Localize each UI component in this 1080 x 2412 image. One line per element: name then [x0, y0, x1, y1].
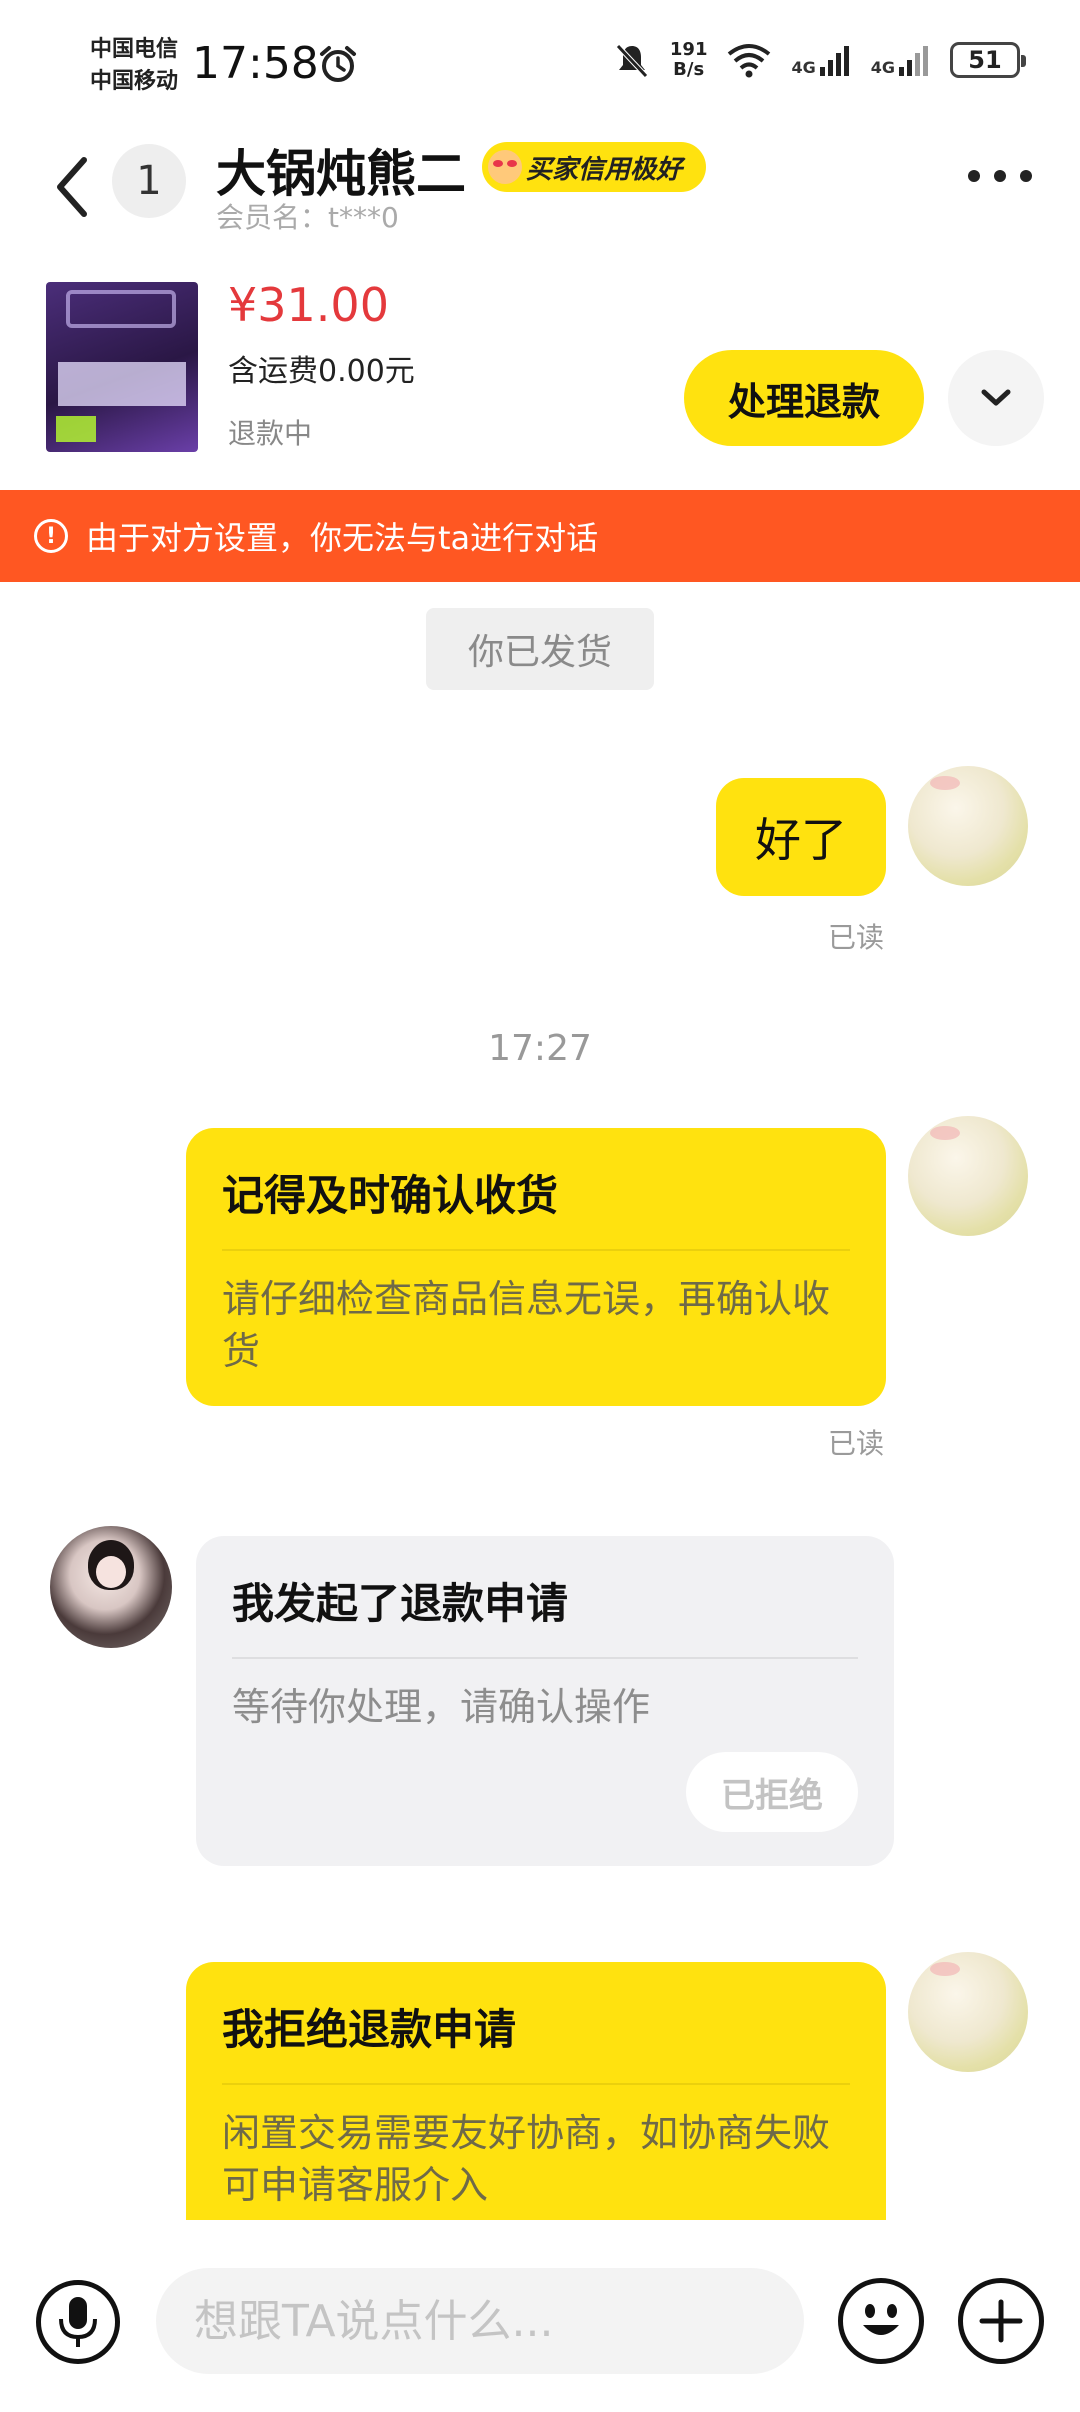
credit-badge-label: 买家信用极好 — [526, 154, 683, 185]
message-input[interactable] — [156, 2268, 804, 2374]
chat-screen: 中国电信 中国移动 17:58 191 B/s 4G 4G 51 1 大锅炖熊二… — [0, 0, 1080, 2412]
mute-icon — [616, 44, 648, 78]
read-receipt: 已读 — [827, 921, 884, 954]
speed-unit: B/s — [673, 59, 705, 80]
mic-icon — [59, 2297, 97, 2347]
avatar[interactable] — [908, 1952, 1028, 2072]
read-receipt: 已读 — [827, 1427, 884, 1460]
network-speed: 191 B/s — [670, 40, 708, 80]
message-timestamp: 17:27 — [488, 1028, 592, 1069]
expand-button[interactable] — [948, 350, 1044, 446]
card-title: 记得及时确认收货 — [222, 1171, 559, 1220]
input-bar — [0, 2220, 1080, 2412]
wifi-icon — [728, 44, 771, 78]
avatar[interactable] — [908, 766, 1028, 886]
card-title: 我发起了退款申请 — [232, 1579, 569, 1628]
refund-status: 退款中 — [228, 417, 313, 450]
confirm-receipt-card[interactable]: 记得及时确认收货 请仔细检查商品信息无误，再确认收货 — [186, 1128, 886, 1406]
speed-value: 191 — [669, 39, 708, 60]
carrier-2: 中国移动 — [90, 69, 179, 94]
status-bar: 中国电信 中国移动 17:58 191 B/s 4G 4G 51 — [0, 0, 1080, 130]
card-body: 等待你处理，请确认操作 — [232, 1685, 651, 1729]
card-body: 请仔细检查商品信息无误，再确认收货 — [222, 1277, 831, 1373]
card-body: 闲置交易需要友好协商，如协商失败可申请客服介入 — [222, 2111, 831, 2207]
credit-badge[interactable]: 买家信用极好 — [482, 142, 707, 192]
network-type-1: 4G — [791, 58, 816, 77]
carrier-info: 中国电信 中国移动 — [90, 34, 178, 98]
credit-emoji-icon — [488, 150, 522, 184]
battery-icon: 51 — [950, 42, 1026, 78]
alarm-icon — [320, 46, 356, 82]
network-type-2: 4G — [870, 58, 895, 77]
peer-avatar[interactable] — [50, 1526, 172, 1648]
emoji-button[interactable] — [838, 2278, 924, 2364]
plus-icon — [979, 2299, 1023, 2343]
avatar[interactable] — [908, 1116, 1028, 1236]
signal-bars-icon — [819, 46, 849, 76]
message-bubble[interactable]: 好了 — [716, 778, 886, 896]
product-price: ¥31.00 — [228, 278, 389, 332]
handle-refund-button[interactable]: 处理退款 — [684, 350, 924, 446]
shipping-info: 含运费0.00元 — [228, 354, 415, 389]
member-name: 会员名：t***0 — [216, 201, 399, 234]
signal-icon: 4G — [791, 43, 852, 77]
system-notice: 你已发货 — [426, 608, 654, 690]
warning-banner: ! 由于对方设置，你无法与ta进行对话 — [0, 490, 1080, 582]
product-card[interactable]: ¥31.00 含运费0.00元 退款中 处理退款 — [0, 270, 1080, 490]
refund-request-card[interactable]: 我发起了退款申请 等待你处理，请确认操作 已拒绝 — [196, 1536, 894, 1866]
carrier-1: 中国电信 — [90, 37, 179, 62]
warning-text: 由于对方设置，你无法与ta进行对话 — [86, 519, 599, 557]
emoji-icon — [863, 2304, 899, 2335]
rejected-status-pill: 已拒绝 — [686, 1752, 858, 1832]
voice-button[interactable] — [36, 2280, 120, 2364]
battery-level: 51 — [968, 46, 1002, 74]
chat-area[interactable]: 你已发货 好了 已读 17:27 记得及时确认收货 请仔细检查商品信息无误，再确… — [0, 582, 1080, 2220]
card-title: 我拒绝退款申请 — [222, 2005, 517, 2054]
back-icon[interactable] — [48, 152, 98, 222]
reject-refund-card[interactable]: 我拒绝退款申请 闲置交易需要友好协商，如协商失败可申请客服介入 — [186, 1962, 886, 2220]
unread-count-badge[interactable]: 1 — [112, 144, 186, 218]
clock: 17:58 — [192, 38, 319, 89]
status-icons: 191 B/s 4G 4G 51 — [612, 40, 1026, 80]
signal-bars-icon — [899, 46, 928, 76]
chevron-down-icon — [981, 389, 1011, 406]
signal-icon-2: 4G — [871, 43, 932, 77]
warning-icon: ! — [34, 519, 68, 553]
more-icon[interactable] — [968, 170, 1032, 182]
plus-button[interactable] — [958, 2278, 1044, 2364]
product-thumbnail[interactable] — [46, 282, 198, 452]
